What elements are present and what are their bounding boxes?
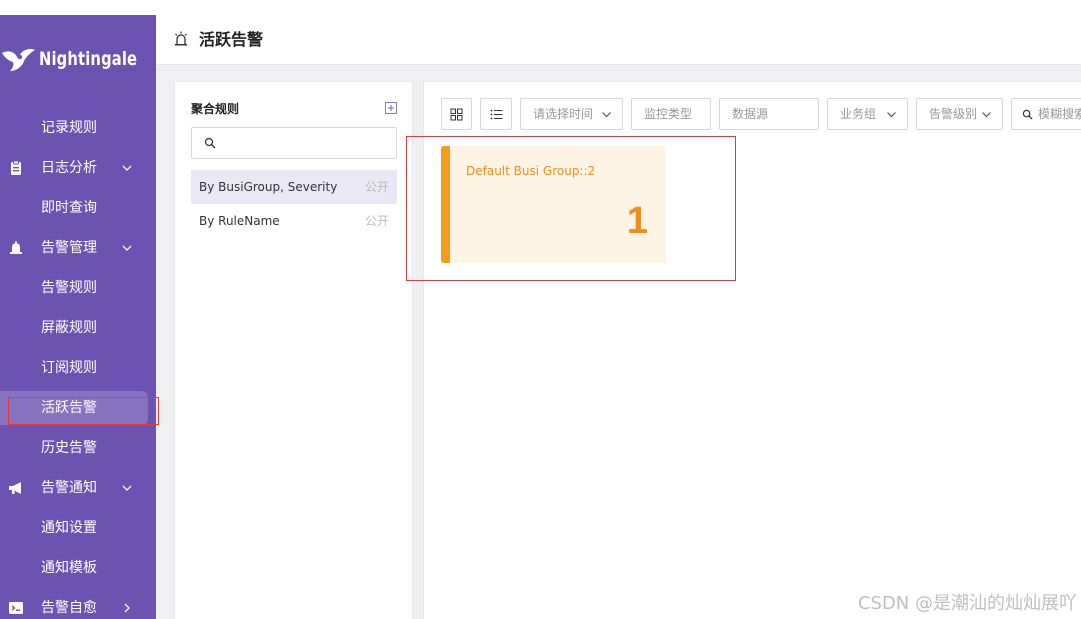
rule-search-input[interactable] [191, 127, 397, 159]
sidebar-item-label: 通知设置 [41, 520, 97, 536]
sidebar-item-subscribe-rules[interactable]: 订阅规则 [0, 348, 156, 388]
nightingale-bird-icon [2, 49, 35, 71]
aggregation-rules-title: 聚合规则 [191, 102, 240, 116]
sidebar-item-label: 通知模板 [41, 560, 97, 576]
siren-icon [175, 31, 187, 46]
sidebar-item-record-rules[interactable]: 记录规则 [0, 108, 156, 148]
sidebar-item-label: 告警管理 [41, 240, 97, 256]
sidebar-item-label: 告警规则 [41, 280, 97, 296]
rule-visibility-tag: 公开 [364, 180, 389, 194]
search-icon [204, 137, 216, 149]
app-logo[interactable]: Nightingale [0, 41, 153, 77]
rule-visibility-tag: 公开 [364, 214, 389, 228]
add-rule-icon[interactable] [385, 102, 397, 114]
sidebar-item-mute-rules[interactable]: 屏蔽规则 [0, 308, 156, 348]
chevron-down-icon [122, 485, 132, 491]
list-icon [490, 109, 503, 120]
sidebar-item-instant-query[interactable]: 即时查询 [0, 188, 156, 228]
sidebar-item-notify-templates[interactable]: 通知模板 [0, 548, 156, 588]
sidebar: Nightingale 记录规则 日志分析 即时查询 告警管理 告警规则 屏蔽规… [0, 15, 156, 619]
sidebar-item-label: 订阅规则 [41, 360, 97, 376]
sidebar-item-alert-notify[interactable]: 告警通知 [0, 468, 156, 508]
list-view-button[interactable] [480, 98, 512, 130]
sidebar-item-label: 告警自愈 [41, 600, 97, 616]
busi-group-placeholder: 业务组 [840, 107, 877, 121]
sidebar-item-label: 即时查询 [41, 200, 97, 216]
chevron-down-icon [122, 245, 132, 251]
highlight-box-alert-card [406, 136, 736, 281]
sidebar-item-history-alerts[interactable]: 历史告警 [0, 428, 156, 468]
sidebar-item-label: 屏蔽规则 [41, 320, 97, 336]
search-icon [1022, 109, 1033, 120]
chevron-down-icon [887, 112, 896, 118]
page-header: 活跃告警 [156, 15, 1081, 65]
chevron-down-icon [982, 112, 991, 118]
sidebar-item-label: 历史告警 [41, 440, 97, 456]
chevron-right-icon [124, 603, 130, 613]
sidebar-item-label: 日志分析 [41, 160, 97, 176]
busi-group-select[interactable]: 业务组 [827, 98, 908, 130]
clipboard-icon [11, 160, 21, 175]
aggregation-rules-panel: 聚合规则 By BusiGroup, Severity 公开 By RuleNa… [174, 81, 413, 619]
rule-item-busigroup-severity[interactable]: By BusiGroup, Severity 公开 [191, 170, 397, 204]
fuzzy-search-placeholder: 模糊搜索 [1038, 107, 1081, 121]
monitor-type-placeholder: 监控类型 [644, 107, 693, 121]
chevron-down-icon [122, 165, 132, 171]
highlight-box-active-alerts [8, 397, 159, 425]
datasource-select[interactable]: 数据源 [719, 98, 819, 130]
rule-name: By RuleName [199, 214, 280, 228]
watermark: CSDN @是潮汕的灿灿展吖 [857, 593, 1077, 614]
chevron-down-icon [602, 112, 611, 118]
sidebar-item-alert-rules[interactable]: 告警规则 [0, 268, 156, 308]
sidebar-item-label: 告警通知 [41, 480, 97, 496]
alarm-bell-icon [10, 241, 22, 254]
rule-name: By BusiGroup, Severity [199, 180, 338, 194]
severity-select[interactable]: 告警级别 [916, 98, 1003, 130]
terminal-icon [9, 602, 23, 614]
sidebar-item-label: 记录规则 [41, 120, 97, 136]
fuzzy-search-input[interactable]: 模糊搜索 [1011, 98, 1081, 130]
page-title: 活跃告警 [199, 30, 264, 49]
card-view-button[interactable] [441, 98, 472, 130]
sidebar-item-alarm-management[interactable]: 告警管理 [0, 228, 156, 268]
sidebar-item-log-analysis[interactable]: 日志分析 [0, 148, 156, 188]
grid-icon [450, 108, 463, 121]
sidebar-menu: 记录规则 日志分析 即时查询 告警管理 告警规则 屏蔽规则 订阅规则 活跃告警 … [0, 108, 156, 619]
logo-text: Nightingale [39, 48, 138, 70]
time-range-placeholder: 请选择时间 [533, 107, 594, 121]
top-strip [0, 0, 1081, 15]
monitor-type-select[interactable]: 监控类型 [631, 98, 711, 130]
sidebar-item-self-healing[interactable]: 告警自愈 [0, 588, 156, 619]
severity-placeholder: 告警级别 [929, 107, 978, 121]
time-range-select[interactable]: 请选择时间 [520, 98, 623, 130]
megaphone-icon [9, 482, 21, 494]
datasource-placeholder: 数据源 [732, 107, 769, 121]
sidebar-item-notify-settings[interactable]: 通知设置 [0, 508, 156, 548]
rule-item-rulename[interactable]: By RuleName 公开 [191, 204, 397, 238]
